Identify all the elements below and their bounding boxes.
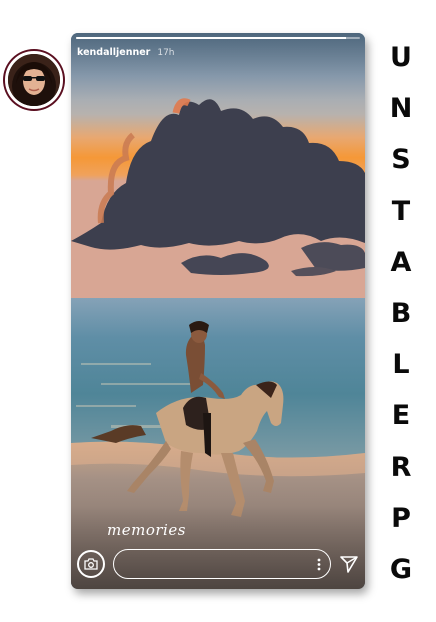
story-video-frame [71,33,365,589]
title-letter: S [391,144,411,176]
camera-button[interactable] [77,550,105,578]
title-letter: E [391,400,411,432]
title-letter: N [389,93,413,125]
avatar-photo [8,54,60,106]
title-letter: R [390,451,412,483]
send-message-field[interactable] [113,549,331,579]
story-progress-fill [76,37,346,39]
send-icon[interactable] [339,554,359,574]
profile-avatar[interactable] [5,51,63,109]
story-timestamp: 17h [157,48,175,58]
title-letter: G [389,553,413,585]
story-reply-bar [77,548,359,582]
story-header: kendalljenner 17h [77,47,175,58]
title-letter: A [390,246,412,278]
more-vertical-icon[interactable] [317,558,321,571]
title-letter: U [390,42,412,73]
send-message-input[interactable] [124,555,304,573]
title-letter: P [391,502,411,534]
story-caption: memories [107,521,186,539]
story-progress-bar [76,37,360,39]
camera-icon [84,558,98,570]
title-letter: L [392,349,410,381]
title-letter: T [391,195,411,227]
vertical-title: UNSTABLERPG [380,44,422,584]
story-username[interactable]: kendalljenner [77,47,150,58]
story-viewer[interactable]: kendalljenner 17h memories [71,33,365,589]
title-letter: B [390,297,412,329]
